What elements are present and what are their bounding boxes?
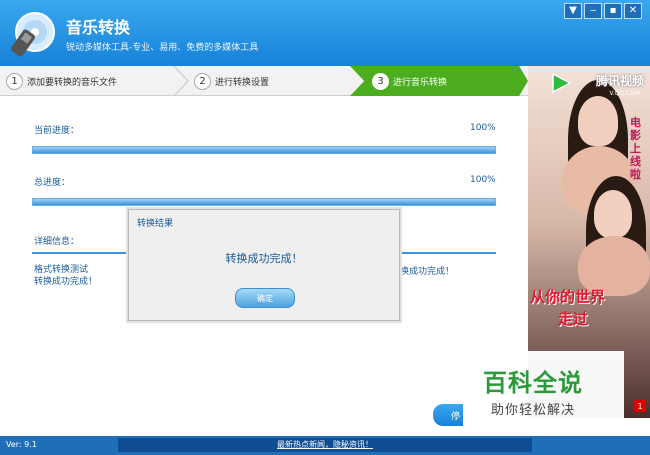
log-line-right: 换成功完成！ bbox=[400, 267, 455, 277]
watermark-subtitle: 助你轻松解决 bbox=[491, 403, 576, 418]
status-bar: Ver: 9.1 最新热点新闻，隐秘资讯！ bbox=[0, 436, 650, 455]
total-progress-fill bbox=[33, 199, 495, 205]
news-link[interactable]: 最新热点新闻，隐秘资讯！ bbox=[118, 438, 532, 452]
app-logo-icon bbox=[10, 12, 55, 57]
total-progress-bar bbox=[32, 198, 496, 206]
version-label: Ver: 9.1 bbox=[6, 440, 37, 449]
current-progress-bar bbox=[32, 146, 496, 154]
log-text: 格式转换测试 转换成功完成！ bbox=[34, 264, 97, 288]
app-subtitle: 锐动多媒体工具-专业、易用、免费的多媒体工具 bbox=[66, 43, 259, 53]
total-progress-percent: 100% bbox=[470, 175, 496, 185]
ad-figure-face bbox=[594, 190, 632, 238]
close-icon[interactable]: ✕ bbox=[624, 3, 642, 19]
ad-domain: V.QQ.COM bbox=[609, 90, 640, 97]
log-line: 转换成功完成！ bbox=[34, 277, 98, 287]
app-title: 音乐转换 bbox=[66, 18, 131, 37]
log-line: 格式转换测试 bbox=[34, 265, 89, 275]
window-controls: ▼ ‒ ▪ ✕ bbox=[564, 3, 642, 19]
watermark-title: 百科全说 bbox=[483, 369, 583, 397]
maximize-icon[interactable]: ▪ bbox=[604, 3, 622, 19]
dialog-title: 转换结果 bbox=[137, 219, 174, 229]
ad-figure-face bbox=[578, 96, 618, 146]
step-number: 1 bbox=[6, 72, 23, 90]
detail-info-label: 详细信息： bbox=[34, 237, 80, 247]
ad-slogan: 从你的世界 bbox=[530, 288, 606, 306]
stop-button-label: 停 bbox=[451, 411, 461, 422]
ad-vertical-text: 电影上线啦 bbox=[630, 116, 641, 181]
step-number: 2 bbox=[194, 72, 211, 90]
minimize-icon[interactable]: ‒ bbox=[584, 3, 602, 19]
play-logo-icon bbox=[552, 72, 572, 94]
ad-slogan-2: 走过 bbox=[558, 310, 589, 328]
dialog-message: 转换成功完成！ bbox=[225, 252, 303, 265]
current-progress-percent: 100% bbox=[470, 123, 496, 133]
step-add-files[interactable]: 1 添加要转换的音乐文件 bbox=[6, 66, 176, 96]
current-progress-fill bbox=[33, 147, 495, 153]
step-label: 添加要转换的音乐文件 bbox=[27, 77, 118, 88]
step-convert[interactable]: 3 进行音乐转换 bbox=[350, 66, 528, 96]
current-progress-label: 当前进度： bbox=[34, 126, 80, 136]
step-bar: 1 添加要转换的音乐文件 2 进行转换设置 3 进行音乐转换 bbox=[0, 66, 528, 96]
ad-brand: 腾讯视频 bbox=[595, 74, 644, 88]
stop-button[interactable]: 停 bbox=[433, 404, 463, 426]
watermark: 百科全说 助你轻松解决 bbox=[463, 351, 624, 427]
ad-page-badge[interactable]: 1 bbox=[634, 400, 646, 412]
menu-dropdown-icon[interactable]: ▼ bbox=[564, 3, 582, 19]
step-settings[interactable]: 2 进行转换设置 bbox=[194, 66, 354, 96]
result-dialog: 转换结果 转换成功完成！ 确定 bbox=[128, 209, 400, 321]
ok-button[interactable]: 确定 bbox=[235, 288, 295, 308]
total-progress-label: 总进度： bbox=[34, 178, 71, 188]
step-label: 进行音乐转换 bbox=[393, 77, 448, 88]
step-label: 进行转换设置 bbox=[215, 77, 270, 88]
step-separator-icon bbox=[173, 66, 189, 96]
title-bar: 音乐转换 锐动多媒体工具-专业、易用、免费的多媒体工具 ▼ ‒ ▪ ✕ bbox=[0, 0, 650, 66]
step-number: 3 bbox=[372, 72, 389, 90]
